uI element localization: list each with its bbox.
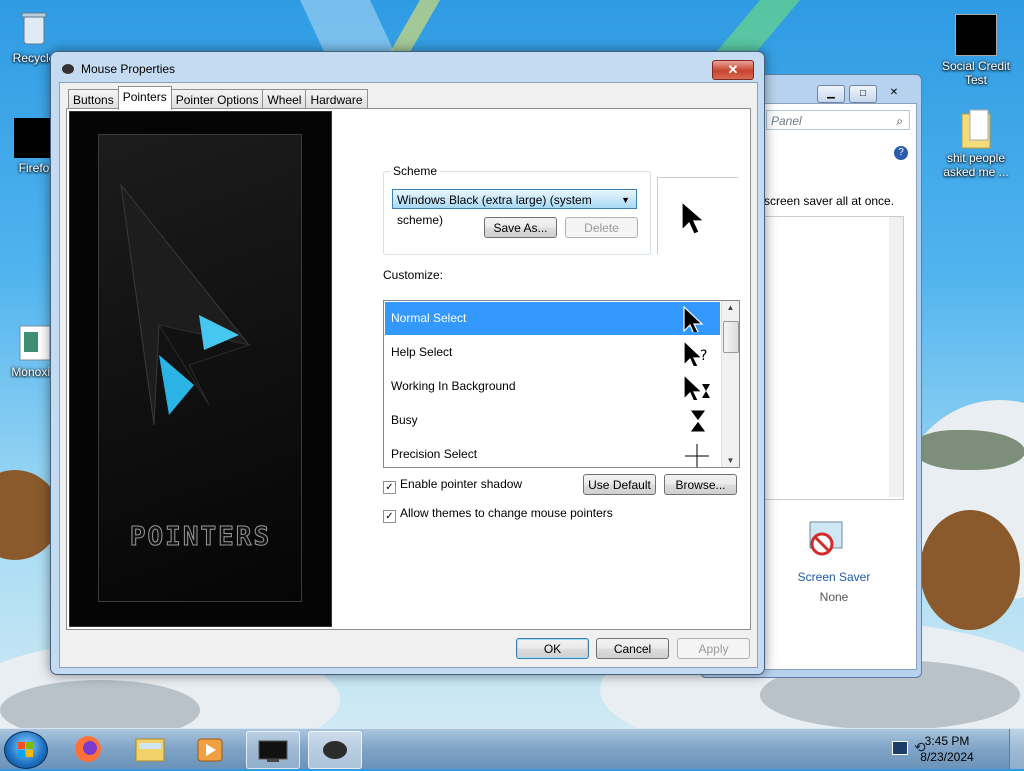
tab-pointers[interactable]: Pointers [117, 86, 172, 110]
list-item-label: Help Select [391, 345, 453, 359]
firefox-icon [14, 118, 54, 158]
document-icon [14, 322, 54, 362]
apply-button[interactable]: Apply [677, 638, 750, 659]
taskbar: ⟲ 3:45 PM 8/23/2024 [0, 728, 1024, 769]
checkbox-label: Allow themes to change mouse pointers [400, 506, 613, 520]
media-player-icon [197, 738, 223, 762]
search-input[interactable]: Panel ⌕ [766, 110, 910, 130]
start-button[interactable] [4, 731, 48, 769]
allow-themes-checkbox[interactable]: ✓ Allow themes to change mouse pointers [383, 506, 613, 523]
chevron-down-icon: ▼ [621, 195, 630, 205]
description-text: screen saver all at once. [764, 194, 895, 208]
search-icon: ⌕ [896, 114, 903, 128]
help-icon[interactable]: ? [894, 146, 908, 160]
customize-label: Customize: [383, 268, 444, 282]
arrow-cursor-icon [683, 306, 704, 332]
dialog-client: Buttons Pointers Pointer Options Wheel H… [59, 82, 758, 668]
tab-strip: Buttons Pointers Pointer Options Wheel H… [68, 86, 368, 110]
control-panel-content: Panel ⌕ ? screen saver all at once. Scre… [763, 103, 917, 670]
enable-pointer-shadow-checkbox[interactable]: ✓ Enable pointer shadow [383, 477, 522, 494]
scroll-thumb[interactable] [723, 321, 739, 353]
scroll-up-icon[interactable]: ▲ [722, 303, 739, 312]
help-cursor-icon: ? [683, 340, 707, 366]
screen-saver-value: None [819, 590, 849, 604]
tab-wheel[interactable]: Wheel [262, 89, 307, 109]
close-button[interactable]: ✕ [712, 60, 754, 80]
delete-button[interactable]: Delete [565, 217, 638, 238]
list-item[interactable]: Busy [385, 404, 720, 437]
dialog-title: Mouse Properties [81, 62, 176, 76]
list-item-label: Normal Select [391, 311, 467, 325]
use-default-button[interactable]: Use Default [583, 474, 656, 495]
tab-buttons[interactable]: Buttons [68, 89, 119, 109]
minimize-button[interactable]: ▁ [817, 85, 845, 103]
preview-list [764, 216, 904, 500]
cancel-button[interactable]: Cancel [596, 638, 669, 659]
no-screensaver-icon[interactable] [804, 520, 848, 560]
arrow-logo-icon [120, 183, 251, 426]
scheme-group: Scheme Windows Black (extra large) (syst… [383, 164, 651, 255]
clock-date: 8/23/2024 [920, 750, 974, 764]
list-item[interactable]: Precision Select [385, 438, 720, 467]
scroll-down-icon[interactable]: ▼ [722, 456, 739, 465]
mouse-icon [323, 741, 347, 759]
taskbar-control-panel[interactable] [246, 731, 300, 769]
checkbox-label: Enable pointer shadow [400, 477, 523, 491]
checkbox-checked-icon[interactable]: ✓ [383, 481, 396, 494]
desktop-icon-label: shit people asked me ... [943, 151, 1009, 179]
taskbar-explorer[interactable] [124, 731, 176, 767]
clock-time: 3:45 PM [924, 734, 970, 748]
scheme-legend: Scheme [390, 164, 441, 178]
screen-saver-link[interactable]: Screen Saver [764, 570, 904, 584]
checkbox-checked-icon[interactable]: ✓ [383, 510, 396, 523]
action-center-icon[interactable] [892, 741, 908, 755]
list-item-label: Working In Background [391, 379, 516, 393]
tab-pointer-options[interactable]: Pointer Options [170, 89, 264, 109]
taskbar-mouse-properties[interactable] [308, 731, 362, 769]
scheme-select[interactable]: Windows Black (extra large) (system sche… [392, 189, 637, 227]
cursor-list[interactable]: Normal Select Help Select ? Working In B… [383, 300, 740, 468]
list-item[interactable]: Normal Select [385, 302, 720, 335]
taskbar-firefox[interactable] [62, 731, 114, 767]
search-input-text: Panel [771, 114, 802, 128]
pointers-banner-image: POINTERS [69, 111, 332, 627]
show-desktop-button[interactable] [1009, 729, 1024, 769]
desktop-icon-social-credit-test[interactable]: Social Credit Test [938, 14, 1014, 87]
browse-button[interactable]: Browse... [664, 474, 737, 495]
pointers-tab-page: POINTERS Scheme Windows Black (extra lar… [66, 108, 751, 630]
maximize-button[interactable]: □ [849, 85, 877, 103]
close-button[interactable]: ✕ [881, 85, 907, 101]
tab-hardware[interactable]: Hardware [305, 89, 368, 109]
desktop-icon-label: Social Credit Test [941, 59, 1011, 87]
list-item-label: Precision Select [391, 447, 478, 461]
hourglass-icon [689, 409, 707, 433]
ok-button[interactable]: OK [516, 638, 589, 659]
firefox-icon [75, 736, 101, 762]
windows-logo-icon [18, 742, 33, 757]
scrollbar[interactable] [889, 217, 903, 497]
recycle-bin-icon [14, 8, 54, 48]
list-item[interactable]: Working In Background [385, 370, 720, 403]
clock[interactable]: 3:45 PM 8/23/2024 [912, 733, 982, 765]
folder-icon [135, 738, 165, 762]
banner-logo-text: POINTERS [129, 522, 272, 553]
crosshair-icon [685, 444, 709, 467]
list-item-label: Busy [391, 413, 418, 427]
folder-icon [956, 108, 996, 149]
control-panel-icon [258, 740, 288, 762]
mouse-icon [61, 62, 75, 79]
desktop-icon-folder[interactable]: shit people asked me ... [938, 108, 1014, 179]
cursor-preview [657, 177, 738, 254]
list-item[interactable]: Help Select ? [385, 336, 720, 369]
svg-text:?: ? [700, 348, 707, 364]
working-cursor-icon [683, 374, 710, 400]
taskbar-media-player[interactable] [184, 731, 236, 767]
mouse-properties-dialog[interactable]: Mouse Properties ✕ Buttons Pointers Poin… [50, 51, 765, 675]
program-icon [955, 14, 997, 56]
arrow-cursor-icon [681, 200, 706, 235]
save-as-button[interactable]: Save As... [484, 217, 557, 238]
list-scrollbar[interactable]: ▲ ▼ [721, 301, 739, 467]
